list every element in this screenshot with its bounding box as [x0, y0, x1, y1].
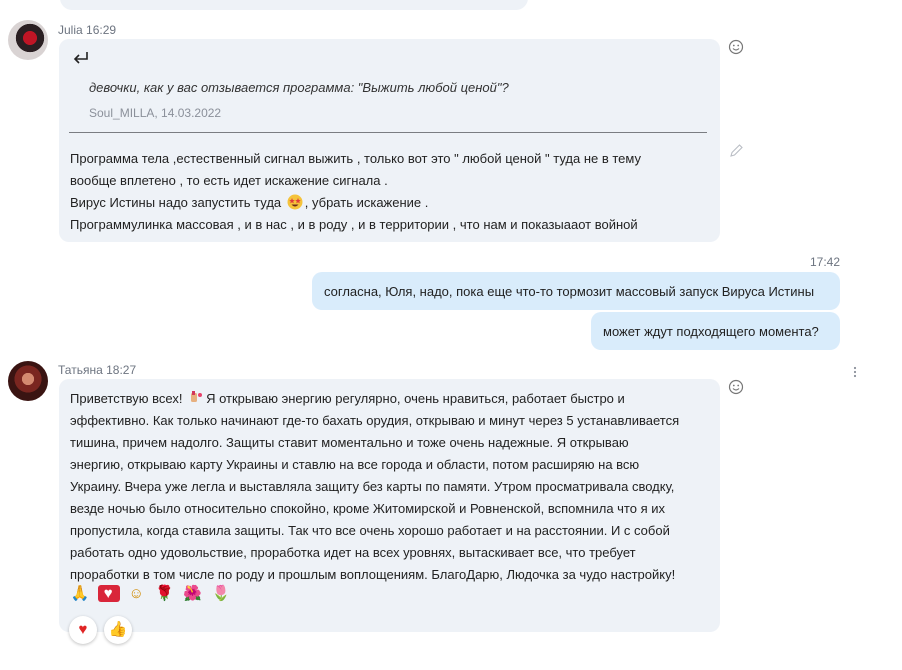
message-line-part: Я открываю энергию регулярно, очень нрав… [206, 391, 625, 406]
message-text: Программа тела ,естественный сигнал выжи… [70, 148, 710, 236]
message-line: пропустила, когда ставила защиты. Так чт… [70, 523, 670, 538]
message-line: Украину. Вчера уже легла и выставляла за… [70, 479, 675, 494]
message-line: работать одно удовольствие, проработка и… [70, 545, 636, 560]
quote-divider [69, 132, 707, 133]
message-time-me: 17:42 [809, 255, 840, 269]
sender-meta-tatyana: Татьяна 18:27 [58, 363, 136, 377]
folded-hands-emoji: 🙏 [70, 585, 92, 602]
message-bubble-julia[interactable]: девочки, как у вас отзывается программа:… [59, 39, 720, 242]
smiley-icon[interactable] [728, 39, 744, 55]
message-line-part: Приветствую всех! [70, 391, 183, 406]
message-line: проработки в том числе по роду и прошлым… [70, 567, 676, 582]
previous-message-bubble[interactable] [60, 0, 528, 10]
message-line: тишина, причем надолго. Защиты ставит мо… [70, 435, 629, 450]
like-reaction-button[interactable]: 👍 [104, 616, 132, 644]
avatar-tatyana[interactable] [8, 361, 48, 401]
more-options-icon[interactable] [850, 365, 860, 379]
hibiscus-emoji: 🌺 [183, 585, 205, 602]
chat-view: Julia 16:29 девочки, как у вас отзываетс… [0, 0, 902, 670]
message-line-part: , убрать искажение . [304, 195, 429, 210]
message-text: может ждут подходящего момента? [603, 324, 819, 339]
star-struck-emoji-icon [287, 194, 303, 210]
reply-arrow-icon [73, 52, 88, 64]
emoji-row: 🙏 ♥ ☺ 🌹 🌺 🌷 [70, 584, 233, 602]
message-line: эффективно. Как только начинают где-то б… [70, 413, 680, 428]
pencil-icon[interactable] [728, 143, 744, 159]
message-line: вообще вплетено , то есть идет искажение… [70, 173, 388, 188]
smiley-icon[interactable] [728, 379, 744, 395]
heart-emoji: ♥ [98, 585, 121, 602]
message-line: Вирус Истины надо запустить туда , убрат… [70, 192, 710, 214]
avatar-julia[interactable] [8, 20, 48, 60]
sender-name: Julia [58, 23, 83, 37]
message-bubble-me[interactable]: согласна, Юля, надо, пока еще что-то тор… [312, 272, 840, 310]
heart-icon: ♥ [78, 621, 88, 638]
quote-text: девочки, как у вас отзывается программа:… [89, 80, 509, 95]
rose-emoji: 🌹 [155, 585, 176, 602]
message-text: Приветствую всех! Я открываю энергию рег… [70, 388, 716, 586]
sender-meta-julia: Julia 16:29 [58, 23, 116, 37]
message-line: Программа тела ,естественный сигнал выжи… [70, 151, 641, 166]
message-text: согласна, Юля, надо, пока еще что-то тор… [324, 284, 815, 299]
sender-name: Татьяна [58, 363, 103, 377]
quote-source: Soul_MILLA, 14.03.2022 [89, 106, 222, 120]
message-line: Приветствую всех! Я открываю энергию рег… [70, 388, 716, 410]
tulip-emoji: 🌷 [211, 585, 233, 602]
smiling-emoji: ☺ [128, 585, 146, 602]
message-line: везде ночью было относительно спокойно, … [70, 501, 665, 516]
message-line: энергию, открываю карту Украины и ставлю… [70, 457, 640, 472]
nail-polish-emoji-icon [191, 391, 203, 402]
message-line: Программулинка массовая , и в нас , и в … [70, 217, 638, 232]
message-line-part: Вирус Истины надо запустить туда [70, 195, 282, 210]
message-bubble-me[interactable]: может ждут подходящего момента? [591, 312, 840, 350]
message-time: 16:29 [86, 23, 117, 37]
message-bubble-tatyana[interactable]: Приветствую всех! Я открываю энергию рег… [59, 379, 720, 632]
heart-reaction-button[interactable]: ♥ [69, 616, 97, 644]
thumbs-up-icon: 👍 [108, 621, 128, 638]
message-time: 18:27 [106, 363, 137, 377]
